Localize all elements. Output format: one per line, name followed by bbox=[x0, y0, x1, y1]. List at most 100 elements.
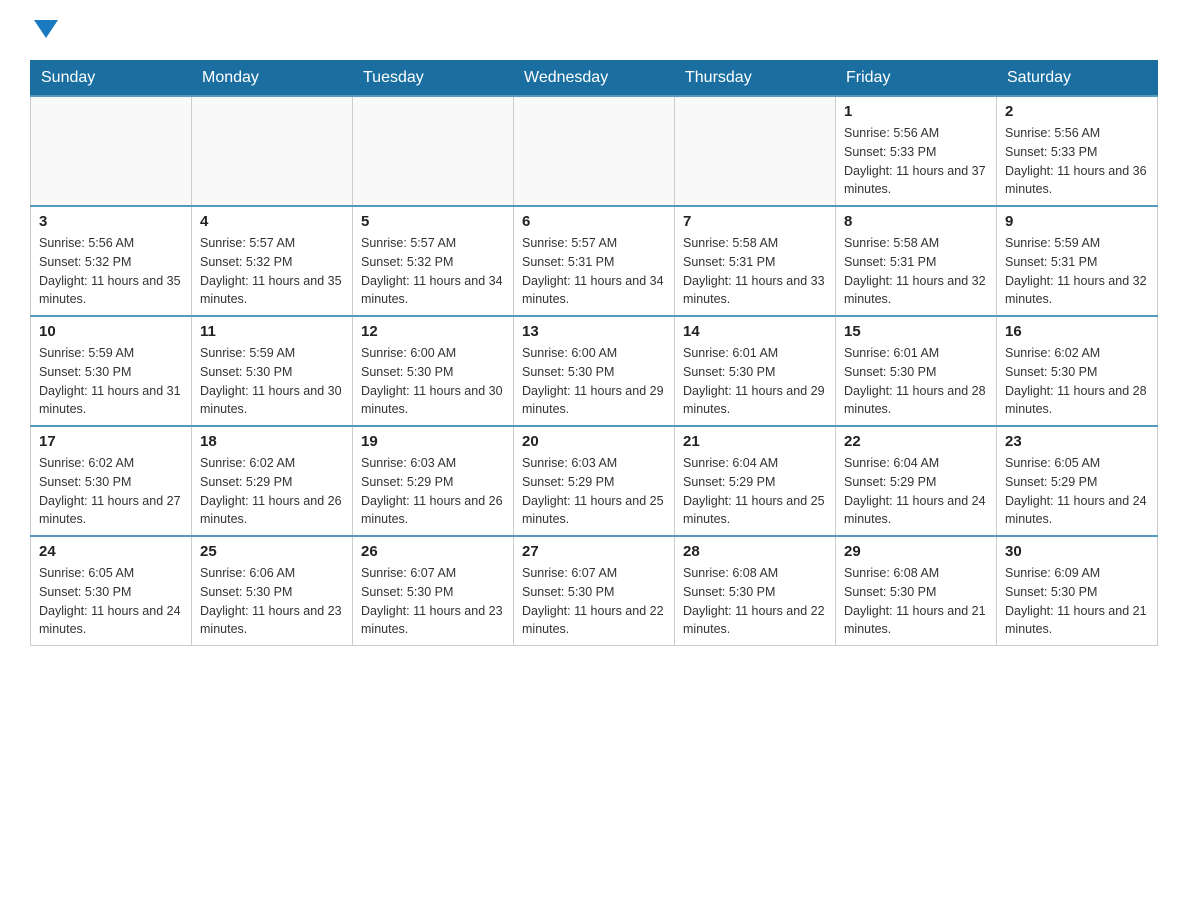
calendar-cell: 12Sunrise: 6:00 AMSunset: 5:30 PMDayligh… bbox=[353, 316, 514, 426]
week-row-1: 1 Sunrise: 5:56 AMSunset: 5:33 PMDaylight… bbox=[31, 96, 1158, 206]
day-number: 10 bbox=[39, 323, 183, 340]
day-info: Sunrise: 6:04 AMSunset: 5:29 PMDaylight:… bbox=[844, 454, 988, 529]
calendar-cell bbox=[514, 96, 675, 206]
logo-triangle-icon bbox=[34, 20, 58, 38]
header bbox=[30, 20, 1158, 40]
calendar-cell: 8 Sunrise: 5:58 AMSunset: 5:31 PMDaylight… bbox=[836, 206, 997, 316]
calendar-cell: 18Sunrise: 6:02 AMSunset: 5:29 PMDayligh… bbox=[192, 426, 353, 536]
day-number: 19 bbox=[361, 433, 505, 450]
weekday-header-sunday: Sunday bbox=[31, 61, 192, 97]
day-info: Sunrise: 5:56 AMSunset: 5:33 PMDaylight:… bbox=[844, 124, 988, 199]
calendar-cell: 13 Sunrise: 6:00 AMSunset: 5:30 PMDayligh… bbox=[514, 316, 675, 426]
day-number: 29 bbox=[844, 543, 988, 560]
day-number: 20 bbox=[522, 433, 666, 450]
calendar-cell bbox=[353, 96, 514, 206]
day-info: Sunrise: 6:07 AMSunset: 5:30 PMDaylight:… bbox=[522, 564, 666, 639]
calendar-cell: 3 Sunrise: 5:56 AMSunset: 5:32 PMDaylight… bbox=[31, 206, 192, 316]
day-info: Sunrise: 6:08 AMSunset: 5:30 PMDaylight:… bbox=[683, 564, 827, 639]
day-info: Sunrise: 6:09 AMSunset: 5:30 PMDaylight:… bbox=[1005, 564, 1149, 639]
calendar-cell: 4Sunrise: 5:57 AMSunset: 5:32 PMDaylight… bbox=[192, 206, 353, 316]
day-info: Sunrise: 5:57 AMSunset: 5:32 PMDaylight:… bbox=[361, 234, 505, 309]
week-row-5: 24 Sunrise: 6:05 AMSunset: 5:30 PMDayligh… bbox=[31, 536, 1158, 646]
day-number: 23 bbox=[1005, 433, 1149, 450]
day-number: 2 bbox=[1005, 103, 1149, 120]
calendar-table: SundayMondayTuesdayWednesdayThursdayFrid… bbox=[30, 60, 1158, 646]
weekday-header-saturday: Saturday bbox=[997, 61, 1158, 97]
day-number: 16 bbox=[1005, 323, 1149, 340]
day-info: Sunrise: 6:01 AMSunset: 5:30 PMDaylight:… bbox=[683, 344, 827, 419]
calendar-cell: 11 Sunrise: 5:59 AMSunset: 5:30 PMDayligh… bbox=[192, 316, 353, 426]
weekday-header-row: SundayMondayTuesdayWednesdayThursdayFrid… bbox=[31, 61, 1158, 97]
day-number: 11 bbox=[200, 323, 344, 340]
day-info: Sunrise: 6:08 AMSunset: 5:30 PMDaylight:… bbox=[844, 564, 988, 639]
day-number: 8 bbox=[844, 213, 988, 230]
day-info: Sunrise: 6:07 AMSunset: 5:30 PMDaylight:… bbox=[361, 564, 505, 639]
calendar-cell: 30 Sunrise: 6:09 AMSunset: 5:30 PMDayligh… bbox=[997, 536, 1158, 646]
week-row-2: 3 Sunrise: 5:56 AMSunset: 5:32 PMDaylight… bbox=[31, 206, 1158, 316]
calendar-cell: 27 Sunrise: 6:07 AMSunset: 5:30 PMDayligh… bbox=[514, 536, 675, 646]
day-number: 27 bbox=[522, 543, 666, 560]
day-info: Sunrise: 6:06 AMSunset: 5:30 PMDaylight:… bbox=[200, 564, 344, 639]
day-number: 26 bbox=[361, 543, 505, 560]
day-info: Sunrise: 6:05 AMSunset: 5:30 PMDaylight:… bbox=[39, 564, 183, 639]
day-number: 6 bbox=[522, 213, 666, 230]
weekday-header-thursday: Thursday bbox=[675, 61, 836, 97]
day-number: 30 bbox=[1005, 543, 1149, 560]
day-info: Sunrise: 6:00 AMSunset: 5:30 PMDaylight:… bbox=[522, 344, 666, 419]
day-info: Sunrise: 5:56 AMSunset: 5:33 PMDaylight:… bbox=[1005, 124, 1149, 199]
day-number: 3 bbox=[39, 213, 183, 230]
day-info: Sunrise: 6:02 AMSunset: 5:30 PMDaylight:… bbox=[1005, 344, 1149, 419]
calendar-cell: 5 Sunrise: 5:57 AMSunset: 5:32 PMDaylight… bbox=[353, 206, 514, 316]
calendar-cell: 9 Sunrise: 5:59 AMSunset: 5:31 PMDaylight… bbox=[997, 206, 1158, 316]
calendar-cell: 15Sunrise: 6:01 AMSunset: 5:30 PMDayligh… bbox=[836, 316, 997, 426]
calendar-cell bbox=[192, 96, 353, 206]
day-info: Sunrise: 6:04 AMSunset: 5:29 PMDaylight:… bbox=[683, 454, 827, 529]
day-info: Sunrise: 6:00 AMSunset: 5:30 PMDaylight:… bbox=[361, 344, 505, 419]
day-number: 7 bbox=[683, 213, 827, 230]
day-info: Sunrise: 5:56 AMSunset: 5:32 PMDaylight:… bbox=[39, 234, 183, 309]
week-row-4: 17Sunrise: 6:02 AMSunset: 5:30 PMDayligh… bbox=[31, 426, 1158, 536]
day-number: 24 bbox=[39, 543, 183, 560]
day-info: Sunrise: 5:58 AMSunset: 5:31 PMDaylight:… bbox=[683, 234, 827, 309]
calendar-cell: 20Sunrise: 6:03 AMSunset: 5:29 PMDayligh… bbox=[514, 426, 675, 536]
calendar-cell: 16 Sunrise: 6:02 AMSunset: 5:30 PMDayligh… bbox=[997, 316, 1158, 426]
logo bbox=[30, 20, 58, 40]
day-number: 15 bbox=[844, 323, 988, 340]
day-info: Sunrise: 6:03 AMSunset: 5:29 PMDaylight:… bbox=[361, 454, 505, 529]
calendar-cell: 28 Sunrise: 6:08 AMSunset: 5:30 PMDayligh… bbox=[675, 536, 836, 646]
calendar-cell: 29 Sunrise: 6:08 AMSunset: 5:30 PMDayligh… bbox=[836, 536, 997, 646]
day-number: 21 bbox=[683, 433, 827, 450]
day-info: Sunrise: 6:05 AMSunset: 5:29 PMDaylight:… bbox=[1005, 454, 1149, 529]
day-info: Sunrise: 5:57 AMSunset: 5:31 PMDaylight:… bbox=[522, 234, 666, 309]
calendar-cell: 10 Sunrise: 5:59 AMSunset: 5:30 PMDayligh… bbox=[31, 316, 192, 426]
calendar-cell: 26 Sunrise: 6:07 AMSunset: 5:30 PMDayligh… bbox=[353, 536, 514, 646]
day-number: 1 bbox=[844, 103, 988, 120]
day-number: 5 bbox=[361, 213, 505, 230]
weekday-header-tuesday: Tuesday bbox=[353, 61, 514, 97]
day-number: 9 bbox=[1005, 213, 1149, 230]
calendar-cell: 24 Sunrise: 6:05 AMSunset: 5:30 PMDayligh… bbox=[31, 536, 192, 646]
calendar-cell bbox=[675, 96, 836, 206]
day-number: 28 bbox=[683, 543, 827, 560]
day-info: Sunrise: 5:59 AMSunset: 5:30 PMDaylight:… bbox=[39, 344, 183, 419]
day-number: 13 bbox=[522, 323, 666, 340]
calendar-cell: 25 Sunrise: 6:06 AMSunset: 5:30 PMDayligh… bbox=[192, 536, 353, 646]
day-info: Sunrise: 5:59 AMSunset: 5:30 PMDaylight:… bbox=[200, 344, 344, 419]
day-number: 17 bbox=[39, 433, 183, 450]
day-number: 14 bbox=[683, 323, 827, 340]
calendar-cell: 23 Sunrise: 6:05 AMSunset: 5:29 PMDayligh… bbox=[997, 426, 1158, 536]
day-info: Sunrise: 5:58 AMSunset: 5:31 PMDaylight:… bbox=[844, 234, 988, 309]
calendar-cell: 1 Sunrise: 5:56 AMSunset: 5:33 PMDaylight… bbox=[836, 96, 997, 206]
day-info: Sunrise: 6:02 AMSunset: 5:29 PMDaylight:… bbox=[200, 454, 344, 529]
weekday-header-monday: Monday bbox=[192, 61, 353, 97]
weekday-header-friday: Friday bbox=[836, 61, 997, 97]
day-number: 22 bbox=[844, 433, 988, 450]
calendar-cell: 21 Sunrise: 6:04 AMSunset: 5:29 PMDayligh… bbox=[675, 426, 836, 536]
calendar-cell: 17Sunrise: 6:02 AMSunset: 5:30 PMDayligh… bbox=[31, 426, 192, 536]
day-info: Sunrise: 5:59 AMSunset: 5:31 PMDaylight:… bbox=[1005, 234, 1149, 309]
calendar-cell: 6 Sunrise: 5:57 AMSunset: 5:31 PMDaylight… bbox=[514, 206, 675, 316]
weekday-header-wednesday: Wednesday bbox=[514, 61, 675, 97]
calendar-cell: 2 Sunrise: 5:56 AMSunset: 5:33 PMDaylight… bbox=[997, 96, 1158, 206]
calendar-cell: 22 Sunrise: 6:04 AMSunset: 5:29 PMDayligh… bbox=[836, 426, 997, 536]
day-number: 25 bbox=[200, 543, 344, 560]
